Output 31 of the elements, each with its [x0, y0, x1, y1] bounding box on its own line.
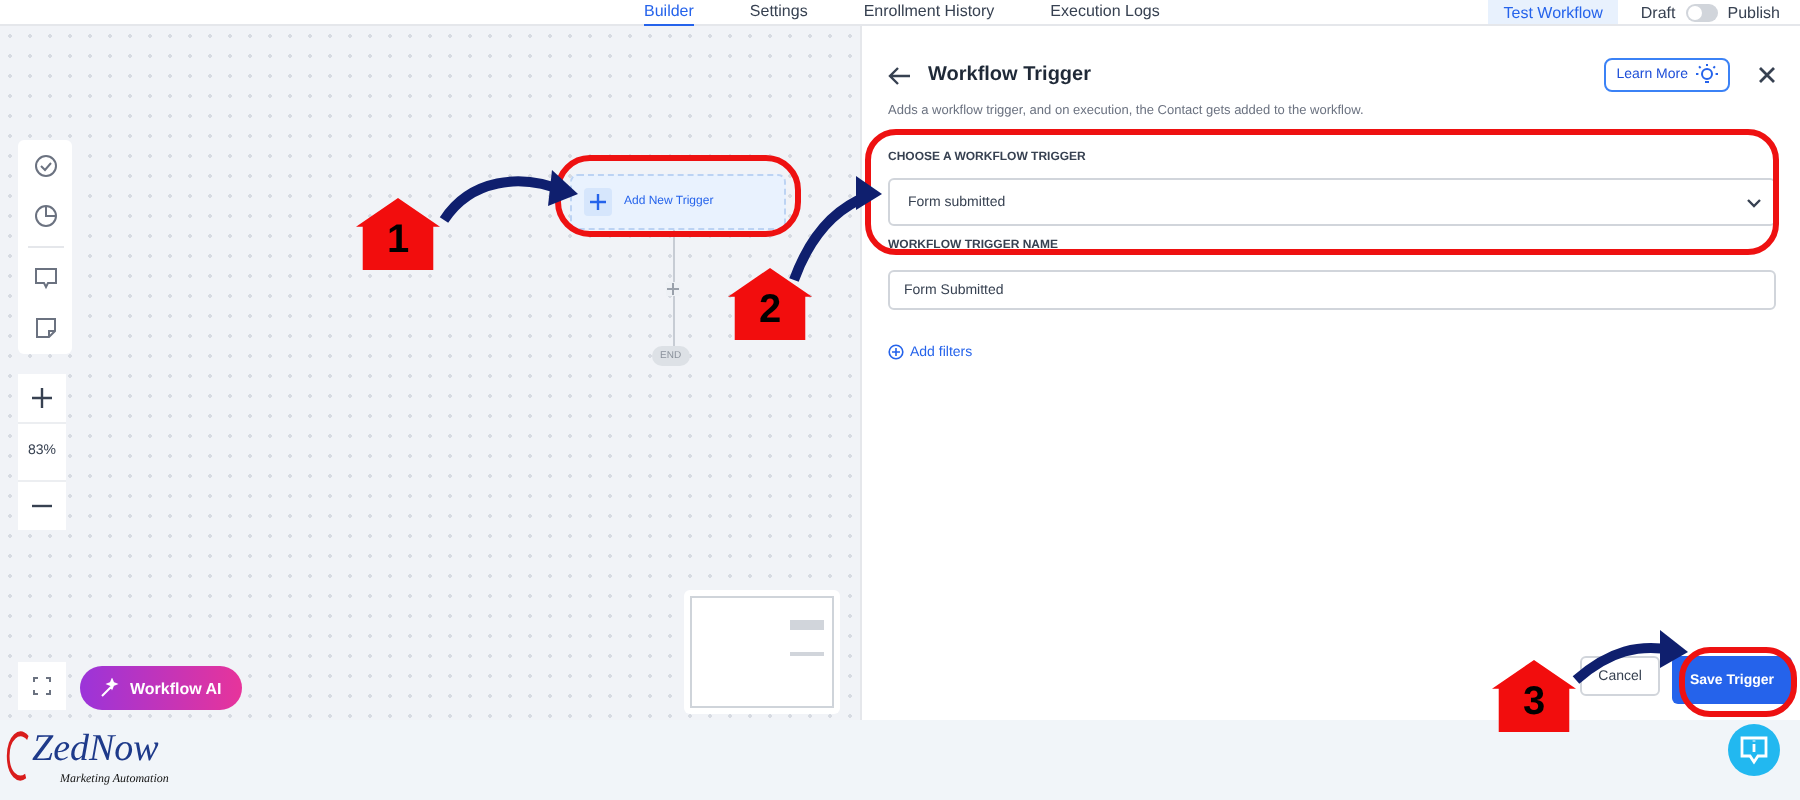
comment-icon[interactable]	[33, 266, 57, 290]
history-icon[interactable]	[33, 204, 57, 228]
workflow-ai-button[interactable]: Workflow AI	[80, 666, 242, 710]
fit-view-button[interactable]	[18, 662, 66, 710]
lightbulb-icon	[1696, 64, 1718, 86]
test-workflow-button[interactable]: Test Workflow	[1487, 0, 1619, 24]
step-marker: 3	[1492, 660, 1576, 732]
nav-tab[interactable]: Execution Logs	[1050, 0, 1160, 25]
logo-name: ZedNow	[32, 728, 159, 772]
highlight-outline	[1679, 647, 1797, 717]
publish-label: Publish	[1727, 3, 1780, 21]
pointer-arrow	[789, 176, 882, 282]
close-icon[interactable]	[1758, 66, 1776, 84]
sticky-note-icon[interactable]	[33, 316, 57, 340]
draft-label: Draft	[1640, 3, 1676, 21]
nav-tab[interactable]: Enrollment History	[863, 0, 995, 25]
check-circle-icon[interactable]	[33, 154, 57, 178]
nav-tab[interactable]: Settings	[749, 0, 808, 25]
panel-title: Workflow Trigger	[928, 64, 1091, 86]
plus-icon	[32, 388, 52, 408]
publish-toggle[interactable]	[1685, 3, 1718, 21]
chevron-down-icon	[1746, 197, 1762, 207]
plus-circle-icon	[888, 344, 904, 360]
minimap-drawing	[690, 596, 834, 708]
expand-icon	[32, 676, 52, 696]
pointer-arrow	[440, 170, 578, 223]
swoosh-icon	[6, 730, 30, 782]
magic-wand-icon	[100, 678, 120, 698]
back-arrow-icon[interactable]	[888, 65, 912, 85]
plus-icon	[584, 188, 612, 216]
pointer-arrow	[1572, 630, 1688, 684]
